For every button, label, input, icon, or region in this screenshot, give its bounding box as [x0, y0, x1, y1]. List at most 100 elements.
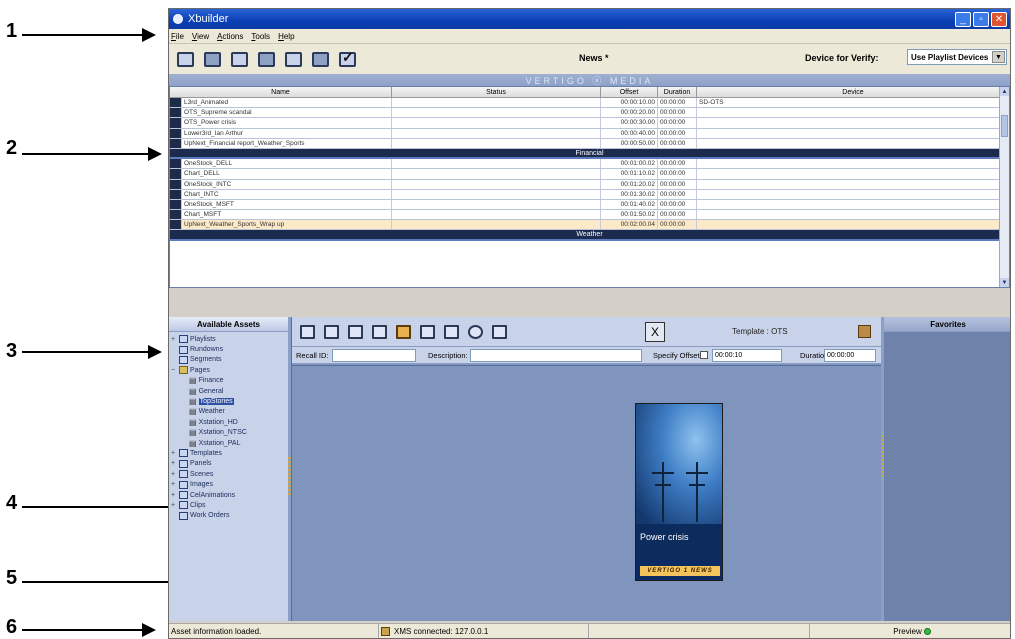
asset-tree-item[interactable]: ▤ Weather — [171, 407, 286, 417]
grid-scrollbar[interactable]: ▲ ▼ — [999, 87, 1009, 287]
expander-icon[interactable]: + — [171, 502, 177, 509]
asset-tree-item[interactable]: + Clips — [171, 500, 286, 510]
copy-page-icon[interactable] — [420, 324, 435, 339]
asset-tree-item[interactable]: + Templates — [171, 448, 286, 458]
camera-icon[interactable] — [492, 324, 507, 339]
save-icon[interactable] — [231, 51, 248, 67]
table-row[interactable]: OneStock_INTC 00:01:20.02 00:00:00 — [170, 179, 1009, 190]
col-offset[interactable]: Offset — [601, 87, 658, 97]
page-preview-canvas[interactable]: Power crisis VERTIGO 1 NEWS — [292, 365, 882, 621]
properties-icon[interactable] — [372, 324, 387, 339]
menu-tools[interactable]: Tools — [251, 32, 270, 41]
close-page-button[interactable]: X — [645, 322, 665, 342]
duration-field[interactable]: 00:00:00 — [824, 349, 876, 362]
new-icon[interactable] — [177, 51, 194, 67]
asset-tree-item[interactable]: + Playlists — [171, 334, 286, 344]
table-row[interactable]: OTS_Supreme scandal 00:00:20.00 00:00:00 — [170, 108, 1009, 119]
expander-icon[interactable]: − — [171, 367, 177, 374]
page-icon: ▤ — [189, 428, 197, 438]
scroll-down-icon[interactable]: ▼ — [1000, 278, 1009, 287]
asset-tree-label: Scenes — [190, 470, 214, 478]
table-row[interactable]: OneStock_MSFT 00:01:40.02 00:00:00 — [170, 199, 1009, 211]
verify-icon[interactable] — [339, 49, 356, 67]
scroll-up-icon[interactable]: ▲ — [1000, 87, 1009, 96]
device-verify-select[interactable]: Use Playlist Devices ▼ — [907, 49, 1007, 65]
cell-name: Chart_INTC — [182, 189, 392, 199]
col-status[interactable]: Status — [392, 87, 601, 97]
table-row[interactable]: Lower3rd_Ian Arthur 00:00:40.00 00:00:00 — [170, 128, 1009, 139]
menu-file[interactable]: File — [171, 32, 184, 41]
asset-tree-item[interactable]: ▤ TopStories — [171, 396, 286, 406]
asset-tree-item[interactable]: Rundowns — [171, 344, 286, 354]
new-page-icon[interactable] — [348, 324, 363, 339]
row-marker — [170, 220, 182, 230]
table-row[interactable]: Chart_INTC 00:01:30.02 00:00:00 — [170, 189, 1009, 200]
grid-header: Name Status Offset Duration Device — [170, 87, 1009, 98]
close-icon[interactable]: ✕ — [991, 11, 1007, 27]
asset-tree-item[interactable]: ▤ Xstation_HD — [171, 417, 286, 427]
save-all-icon[interactable] — [258, 51, 275, 67]
title-bar[interactable]: Xbuilder _ ▫ ✕ — [169, 9, 1010, 29]
expander-icon[interactable]: + — [171, 492, 177, 499]
paste-icon[interactable] — [312, 51, 329, 67]
preview-icon[interactable] — [468, 324, 483, 339]
table-row[interactable]: OTS_Power crisis 00:00:30.00 00:00:00 — [170, 118, 1009, 129]
menu-view[interactable]: View — [192, 32, 209, 41]
template-icon[interactable] — [858, 325, 871, 338]
open-icon[interactable] — [204, 51, 221, 67]
asset-tree-item[interactable]: ▤ Xstation_PAL — [171, 438, 286, 448]
asset-tree-item[interactable]: Segments — [171, 355, 286, 365]
asset-tree-item[interactable]: ▤ Finance — [171, 376, 286, 386]
asset-tree-item[interactable]: Work Orders — [171, 511, 286, 521]
copy-icon[interactable] — [285, 51, 302, 67]
cell-status — [392, 199, 601, 210]
power-lines-image — [636, 404, 722, 524]
status-preview-cell: Preview — [810, 624, 1010, 638]
page-thumbnail[interactable]: Power crisis VERTIGO 1 NEWS — [635, 403, 723, 581]
chevron-down-icon[interactable]: ▼ — [992, 51, 1005, 63]
save-as-icon[interactable] — [324, 324, 339, 339]
asset-tree-item[interactable]: + Images — [171, 479, 286, 489]
table-row[interactable]: Chart_DELL 00:01:10.02 00:00:00 — [170, 169, 1009, 180]
insert-icon[interactable] — [396, 324, 411, 339]
col-duration[interactable]: Duration — [658, 87, 697, 97]
cell-offset: 00:00:30.00 — [601, 118, 658, 128]
table-row[interactable]: Chart_MSFT 00:01:50.02 00:00:00 — [170, 210, 1009, 221]
asset-tree-item[interactable]: + CelAnimations — [171, 490, 286, 500]
callout-2: 2 — [6, 137, 18, 159]
expander-icon[interactable]: + — [171, 460, 177, 467]
group-header-financial[interactable]: Financial — [170, 148, 1009, 160]
save-page-icon[interactable] — [300, 324, 315, 339]
col-device[interactable]: Device — [697, 87, 1009, 97]
cell-status — [392, 159, 601, 169]
asset-tree-item[interactable]: + Scenes — [171, 469, 286, 479]
expander-icon[interactable]: + — [171, 450, 177, 457]
offset-field[interactable]: 00:00:10 — [712, 349, 782, 362]
asset-tree-item[interactable]: − Pages — [171, 365, 286, 375]
splitter-handle-right[interactable] — [881, 435, 884, 477]
cell-status — [392, 189, 601, 199]
device-verify-label: Device for Verify: — [805, 53, 879, 63]
specify-offset-checkbox[interactable] — [700, 351, 708, 359]
menu-help[interactable]: Help — [278, 32, 294, 41]
table-row[interactable]: L3rd_Animated 00:00:10.00 00:00:00 SD-OTS — [170, 98, 1009, 109]
table-row[interactable]: UpNext_Weather_Sports_Wrap up 00:02:00.04… — [170, 220, 1009, 231]
recall-id-field[interactable] — [332, 349, 416, 362]
table-row[interactable]: UpNext_Financial report_Weather_Sports 00… — [170, 138, 1009, 149]
expander-icon[interactable]: + — [171, 481, 177, 488]
group-header-weather[interactable]: Weather — [170, 230, 1009, 241]
col-name[interactable]: Name — [170, 87, 392, 97]
asset-tree-item[interactable]: ▤ Xstation_NTSC — [171, 428, 286, 438]
scroll-thumb[interactable] — [1001, 115, 1008, 137]
table-row[interactable]: OneStock_DELL 00:01:00.02 00:00:00 — [170, 159, 1009, 170]
asset-tree-item[interactable]: + Panels — [171, 459, 286, 469]
expander-icon[interactable]: + — [171, 336, 177, 343]
expander-icon[interactable]: + — [171, 471, 177, 478]
description-field[interactable] — [470, 349, 642, 362]
monitor-icon[interactable] — [444, 324, 459, 339]
menu-actions[interactable]: Actions — [217, 32, 243, 41]
asset-tree-item[interactable]: ▤ General — [171, 386, 286, 396]
callout-3: 3 — [6, 340, 18, 362]
maximize-icon[interactable]: ▫ — [973, 11, 989, 27]
minimize-icon[interactable]: _ — [955, 11, 971, 27]
